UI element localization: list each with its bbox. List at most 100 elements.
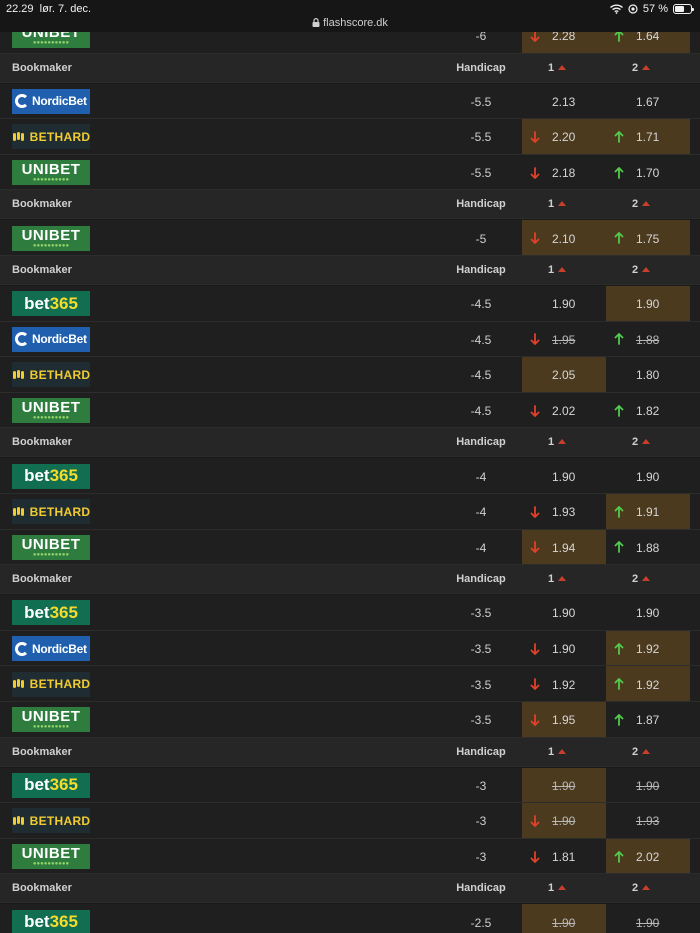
odds-1-cell[interactable]: 1.90: [522, 286, 606, 321]
unibet-logo[interactable]: UNIBET ●●●●●●●●●●: [12, 225, 90, 251]
odds-2-cell[interactable]: 2.02: [606, 838, 690, 874]
odds-2-cell[interactable]: 1.90: [606, 286, 690, 321]
odds-2-column-header[interactable]: 2: [632, 256, 651, 285]
odds-2-cell[interactable]: 1.70: [606, 155, 690, 190]
odds-2-cell[interactable]: 1.88: [606, 530, 690, 565]
odds-2-cell[interactable]: 1.92: [606, 630, 690, 666]
handicap-value: -4: [475, 505, 487, 520]
odds-2-value: 1.90: [636, 297, 660, 312]
odds-1-cell[interactable]: 2.18: [522, 155, 606, 190]
bet365-logo[interactable]: bet365: [12, 772, 90, 798]
unibet-logo[interactable]: UNIBET ●●●●●●●●●●: [12, 398, 90, 424]
nordicbet-logo-text: NordicBet: [32, 332, 87, 347]
table-header-row: Bookmaker Handicap 1 2: [0, 874, 700, 904]
handicap-value: -5.5: [470, 130, 492, 145]
odds-1-column-header[interactable]: 1: [548, 738, 567, 767]
odds-1-cell[interactable]: 2.13: [522, 84, 606, 119]
handicap-value: -4.5: [470, 332, 492, 347]
odds-2-column-header[interactable]: 2: [632, 428, 651, 457]
odds-1-column-header[interactable]: 1: [548, 54, 567, 83]
odds-1-cell[interactable]: 1.93: [522, 494, 606, 529]
bethard-logo[interactable]: BETHARD: [12, 124, 90, 150]
bethard-claw-icon: [12, 506, 24, 516]
bet365-logo[interactable]: bet365: [12, 909, 90, 933]
unibet-logo[interactable]: UNIBET ●●●●●●●●●●: [12, 534, 90, 560]
odds-2-cell[interactable]: 1.75: [606, 220, 690, 255]
odds-2-cell[interactable]: 1.90: [606, 768, 690, 803]
odds-2-column-header[interactable]: 2: [632, 565, 651, 594]
nordicbet-logo[interactable]: NordicBet: [12, 636, 90, 662]
odds-2-value: 1.92: [636, 642, 660, 657]
odds-1-cell[interactable]: 2.02: [522, 393, 606, 428]
odds-2-cell[interactable]: 1.90: [606, 904, 690, 933]
odds-1-cell[interactable]: 1.92: [522, 666, 606, 701]
odds-1-value: 1.90: [552, 469, 576, 484]
odds-1-cell[interactable]: 1.94: [522, 529, 606, 565]
odds-2-value: 1.92: [636, 677, 660, 692]
odds-2-cell[interactable]: 1.92: [606, 666, 690, 701]
odds-2-cell[interactable]: 1.91: [606, 494, 690, 529]
odds-2-column-header[interactable]: 2: [632, 738, 651, 767]
odds-2-column-header[interactable]: 2: [632, 54, 651, 83]
sort-up-icon: [558, 748, 567, 754]
odds-1-cell[interactable]: 1.90: [522, 595, 606, 630]
odds-1-cell[interactable]: 1.90: [522, 767, 606, 803]
odds-2-cell[interactable]: 1.87: [606, 702, 690, 737]
odds-1-value: 1.95: [552, 713, 576, 728]
odds-2-cell[interactable]: 1.90: [606, 458, 690, 493]
odds-1-cell[interactable]: 1.95: [522, 702, 606, 737]
arrow-up-icon: [614, 505, 624, 518]
sort-up-icon: [642, 201, 651, 207]
odds-1-value: 2.10: [552, 231, 576, 246]
odds-1-value: 1.90: [552, 606, 576, 621]
odds-2-column-header[interactable]: 2: [632, 190, 651, 219]
odds-1-cell[interactable]: 2.10: [522, 220, 606, 255]
status-bar: 22.29 lør. 7. dec. flashscore.dk 57 %: [0, 0, 700, 32]
unibet-logo[interactable]: UNIBET ●●●●●●●●●●: [12, 844, 90, 870]
odds-2-cell[interactable]: 1.82: [606, 393, 690, 428]
handicap-value: -4: [475, 540, 487, 555]
odds-1-cell[interactable]: 1.95: [522, 322, 606, 357]
odds-1-value: 2.18: [552, 166, 576, 181]
odds-2-cell[interactable]: 1.67: [606, 84, 690, 119]
odds-1-cell[interactable]: 1.90: [522, 631, 606, 666]
bethard-logo[interactable]: BETHARD: [12, 671, 90, 697]
odds-1-cell[interactable]: 1.90: [522, 904, 606, 933]
odds-1-column-header[interactable]: 1: [548, 256, 567, 285]
bethard-logo[interactable]: BETHARD: [12, 362, 90, 388]
unibet-logo[interactable]: UNIBET ●●●●●●●●●●: [12, 707, 90, 733]
odds-2-cell[interactable]: 1.93: [606, 803, 690, 838]
sort-up-icon: [558, 267, 567, 272]
odds-1-cell[interactable]: 1.90: [522, 458, 606, 493]
handicap-value: -4.5: [470, 297, 492, 312]
odds-1-column-header[interactable]: 1: [548, 428, 567, 457]
unibet-logo-dots: ●●●●●●●●●●: [32, 861, 70, 868]
address-bar[interactable]: flashscore.dk: [0, 17, 700, 29]
bet365-logo[interactable]: bet365: [12, 600, 90, 626]
odds-2-cell[interactable]: 1.88: [606, 322, 690, 357]
odds-1-column-header[interactable]: 1: [548, 565, 567, 594]
odds-2-cell[interactable]: 1.71: [606, 119, 690, 154]
odds-1-cell[interactable]: 2.05: [522, 357, 606, 392]
odds-1-header-label: 1: [548, 61, 555, 74]
odds-1-cell[interactable]: 2.20: [522, 119, 606, 154]
nordicbet-logo[interactable]: NordicBet: [12, 326, 90, 352]
nordicbet-logo[interactable]: NordicBet: [12, 88, 90, 114]
unibet-logo[interactable]: UNIBET ●●●●●●●●●●: [12, 160, 90, 186]
odds-2-cell[interactable]: 1.90: [606, 595, 690, 630]
odds-row: UNIBET ●●●●●●●●●● -5.5 2.18 1.70: [0, 154, 700, 191]
odds-1-cell[interactable]: 1.81: [522, 839, 606, 874]
odds-1-cell[interactable]: 1.90: [522, 803, 606, 838]
bet365-logo[interactable]: bet365: [12, 463, 90, 489]
bet365-logo[interactable]: bet365: [12, 291, 90, 317]
odds-row: BETHARD -3.5 1.92 1.92: [0, 666, 700, 702]
odds-2-value: 2.02: [636, 850, 660, 865]
odds-2-column-header[interactable]: 2: [632, 874, 651, 903]
odds-1-column-header[interactable]: 1: [548, 190, 567, 219]
arrow-down-icon: [530, 131, 540, 143]
bethard-logo[interactable]: BETHARD: [12, 499, 90, 525]
odds-2-cell[interactable]: 1.80: [606, 357, 690, 392]
odds-1-column-header[interactable]: 1: [548, 874, 567, 903]
odds-1-value: 1.90: [552, 814, 576, 829]
bethard-logo[interactable]: BETHARD: [12, 808, 90, 834]
